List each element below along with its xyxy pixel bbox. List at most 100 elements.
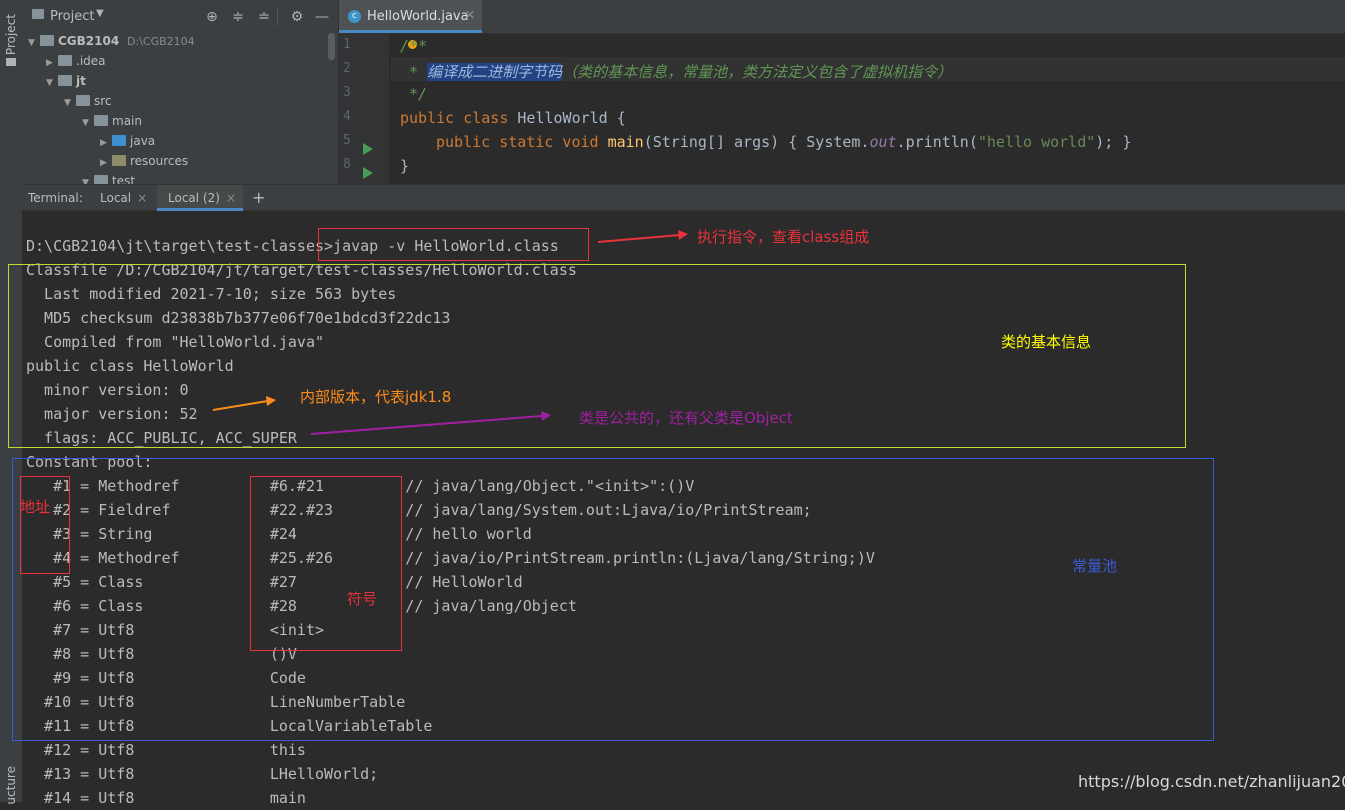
chevron-right-icon[interactable]: ▶	[46, 53, 58, 73]
line-number: 3	[343, 85, 351, 100]
chevron-down-icon[interactable]: ▼	[46, 73, 58, 93]
chevron-right-icon[interactable]: ▶	[100, 133, 112, 153]
constant-pool-note: 常量池	[1072, 557, 1118, 575]
line-number: 2	[343, 61, 351, 76]
editor-tab-bar: c HelloWorld.java ×	[339, 0, 1345, 34]
code-text: */	[400, 85, 428, 103]
tab-local-2[interactable]: Local (2) ×	[157, 185, 243, 211]
tree-item-label: java	[130, 134, 156, 148]
code-line-2[interactable]: * 编译成二进制字节码（类的基本信息，常量池，类方法定义包含了虚拟机指令）	[400, 61, 952, 82]
tree-item-path: D:\CGB2104	[127, 35, 195, 48]
code-line-3[interactable]: */	[400, 85, 427, 103]
folder-icon	[76, 95, 90, 106]
tree-item-java[interactable]: ▶ java	[100, 131, 155, 151]
tree-item-label: jt	[76, 74, 86, 88]
tree-item-label: CGB2104	[58, 34, 120, 48]
chevron-down-icon[interactable]: ▼	[82, 113, 94, 133]
symbol-note: 符号	[347, 590, 378, 608]
tab-label: Local	[100, 191, 132, 205]
arrow-to-exec-note	[597, 230, 688, 243]
run-main-icon[interactable]	[363, 143, 373, 155]
project-scrollbar[interactable]	[328, 33, 335, 60]
close-icon[interactable]: ×	[226, 191, 236, 205]
chevron-down-icon[interactable]: ▼	[28, 33, 40, 53]
tab-label: Local (2)	[168, 191, 220, 205]
symbol-box	[250, 476, 402, 651]
module-folder-icon	[40, 35, 54, 46]
chevron-right-icon[interactable]: ▶	[100, 153, 112, 173]
tree-item-cgb2104[interactable]: ▼ CGB2104 D:\CGB2104	[28, 31, 195, 51]
resources-folder-icon	[112, 155, 126, 166]
code-line-5[interactable]: public static void main(String[] args) {…	[436, 133, 1131, 151]
tree-item-label: main	[112, 114, 142, 128]
tree-item-label: resources	[130, 154, 189, 168]
terminal-label: Terminal:	[28, 191, 83, 205]
exec-command-note: 执行指令，查看class组成	[697, 228, 870, 246]
command-highlight-box	[318, 228, 589, 261]
terminal-line: #14 = Utf8 main	[26, 789, 306, 807]
folder-icon	[94, 175, 108, 184]
folder-icon	[6, 58, 16, 66]
expand-all-icon[interactable]: ≑	[230, 9, 246, 25]
project-tool-button[interactable]: Project	[4, 14, 18, 55]
module-folder-icon	[58, 75, 72, 86]
code-line-4[interactable]: public class HelloWorld {	[400, 109, 626, 127]
toolbar-divider	[277, 8, 278, 26]
tree-item-src[interactable]: ▼ src	[64, 91, 112, 111]
project-header: Project ▼ ⊕ ≑ ≐ ⚙ —	[22, 0, 338, 33]
address-note: 地址	[20, 498, 51, 516]
chevron-down-icon[interactable]: ▼	[96, 8, 104, 19]
code-line-1[interactable]: /**	[400, 37, 427, 55]
folder-icon	[94, 115, 108, 126]
line-number: 5	[343, 133, 351, 148]
editor-gutter: 1 2 3 4 5 8	[339, 33, 389, 184]
tree-item-idea[interactable]: ▶ .idea	[46, 51, 106, 71]
code-text: （类的基本信息，常量池，类方法定义包含了虚拟机指令）	[562, 63, 953, 81]
terminal-line: #13 = Utf8 LHelloWorld;	[26, 765, 379, 783]
code-text: *	[400, 63, 428, 81]
tree-item-jt[interactable]: ▼ jt	[46, 71, 86, 91]
tab-label: HelloWorld.java	[367, 9, 469, 24]
locate-icon[interactable]: ⊕	[204, 9, 220, 25]
class-info-note: 类的基本信息	[1001, 333, 1092, 351]
arrow-to-public-note	[310, 411, 551, 435]
code-text: }	[400, 157, 410, 175]
project-view-dropdown[interactable]: Project	[50, 9, 94, 24]
tree-item-main[interactable]: ▼ main	[82, 111, 142, 131]
gear-icon[interactable]: ⚙	[289, 9, 305, 25]
code-text: ); }	[1095, 133, 1132, 151]
line-number: 8	[343, 157, 351, 172]
collapse-all-icon[interactable]: ≐	[256, 9, 272, 25]
structure-tool-button[interactable]: ucture	[4, 766, 18, 805]
tree-item-resources[interactable]: ▶ resources	[100, 151, 188, 171]
tree-item-test[interactable]: ▼ test	[82, 171, 135, 184]
inner-version-note: 内部版本，代表jdk1.8	[300, 388, 452, 406]
project-view-icon	[32, 9, 44, 19]
chevron-down-icon[interactable]: ▼	[82, 173, 94, 184]
chevron-down-icon[interactable]: ▼	[64, 93, 76, 113]
minimize-icon[interactable]: —	[314, 9, 330, 25]
source-folder-icon	[112, 135, 126, 146]
project-panel: Project ▼ ⊕ ≑ ≐ ⚙ — ▼ CGB2104 D:\CGB2104 …	[22, 0, 338, 184]
arrow-to-version-note	[212, 396, 276, 411]
code-text: .println(	[896, 133, 978, 151]
close-icon[interactable]: ×	[464, 7, 476, 23]
code-function: main	[607, 133, 644, 151]
tree-item-label: .idea	[76, 54, 106, 68]
tree-item-label: src	[94, 94, 112, 108]
close-icon[interactable]: ×	[137, 191, 147, 205]
code-text: HelloWorld {	[517, 109, 626, 127]
terminal-line: #12 = Utf8 this	[26, 741, 306, 759]
code-line-8[interactable]: }	[400, 157, 409, 175]
editor: c HelloWorld.java × 1 2 3 4 5 8 /** * 编译…	[338, 0, 1345, 184]
folder-icon	[58, 55, 72, 66]
code-string: "hello world"	[977, 133, 1096, 151]
terminal-tab-bar: Terminal: Local × Local (2) × +	[22, 184, 1345, 211]
add-tab-button[interactable]: +	[252, 185, 265, 211]
code-text: (String[] args) { System.	[643, 133, 870, 151]
code-keyword: public static void	[436, 133, 608, 151]
tab-local[interactable]: Local ×	[100, 185, 147, 211]
run-class-icon[interactable]	[363, 167, 373, 179]
watermark: https://blog.csdn.net/zhanlijuan2015	[1078, 772, 1345, 791]
tab-helloworld-java[interactable]: c HelloWorld.java ×	[339, 0, 482, 33]
